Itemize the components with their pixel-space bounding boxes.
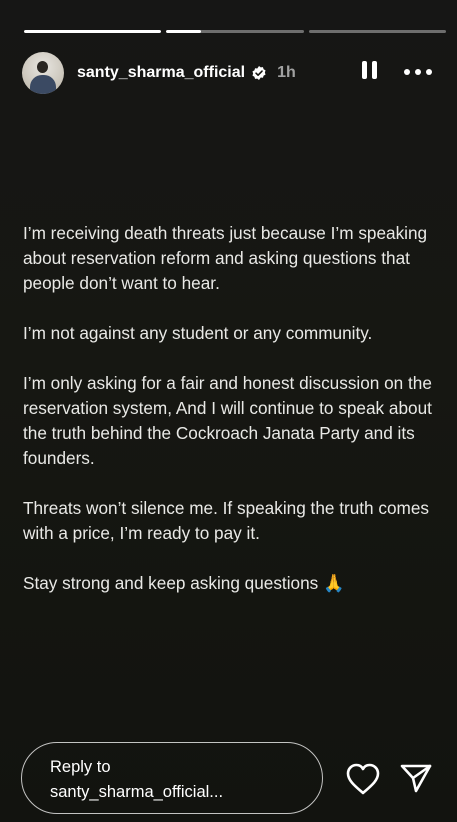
story-paragraph: Stay strong and keep asking questions 🙏 <box>23 573 345 593</box>
avatar[interactable] <box>22 52 64 94</box>
pause-icon[interactable] <box>359 61 379 83</box>
progress-segment <box>24 30 162 33</box>
avatar-head-shape <box>37 61 48 73</box>
reply-input[interactable]: Reply to santy_sharma_official... <box>21 742 323 814</box>
progress-segment <box>166 30 304 33</box>
reply-placeholder-line2: santy_sharma_official... <box>50 783 224 801</box>
avatar-body-shape <box>30 75 56 94</box>
story-progress-bar <box>24 30 446 33</box>
send-icon[interactable] <box>398 760 434 796</box>
progress-segment-fill <box>166 30 201 33</box>
more-options-icon[interactable] <box>402 64 434 80</box>
progress-segment-fill <box>24 30 162 33</box>
post-time: 1h <box>277 64 296 81</box>
story-paragraph: I’m only asking for a fair and honest di… <box>23 373 432 468</box>
story-viewer[interactable]: santy_sharma_official 1h I’m receiving d… <box>0 0 457 822</box>
story-header: santy_sharma_official 1h <box>22 51 440 95</box>
story-paragraph: I’m not against any student or any commu… <box>23 323 373 343</box>
username[interactable]: santy_sharma_official <box>77 64 245 82</box>
progress-segment <box>308 30 446 33</box>
verified-badge-icon <box>251 65 267 81</box>
heart-icon[interactable] <box>345 762 381 796</box>
story-paragraph: Threats won’t silence me. If speaking th… <box>23 498 430 543</box>
story-text: I’m receiving death threats just because… <box>23 221 438 596</box>
story-paragraph: I’m receiving death threats just because… <box>23 223 428 293</box>
reply-placeholder-line1: Reply to <box>50 758 111 776</box>
